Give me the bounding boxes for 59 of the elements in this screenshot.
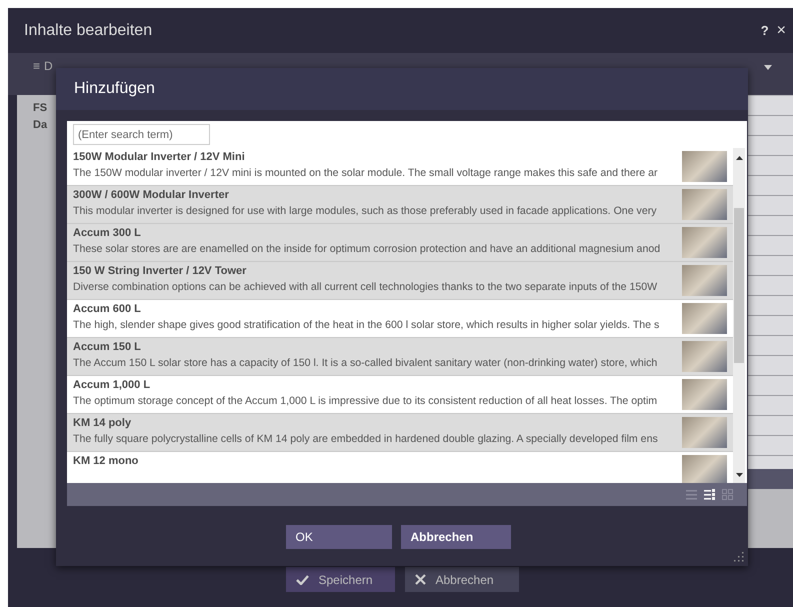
table-footer-bar bbox=[746, 469, 793, 489]
item-description: These solar stores are are enamelled on the inside for optimum corrosion protection and have an additional magnesium anod bbox=[73, 243, 662, 255]
tab-label[interactable]: D bbox=[44, 59, 53, 73]
item-title: Accum 300 L bbox=[73, 227, 142, 239]
item-description: Diverse combination options can be achieved with all current cell technologies thanks to the two separate inputs of the 150W bbox=[73, 281, 658, 293]
list-item[interactable]: 150W Modular Inverter / 12V Mini The 150W modular inverter / 12V mini is mounted on the solar module. The small voltage range makes this safe and there ar bbox=[67, 148, 733, 186]
photo-placeholder bbox=[682, 151, 727, 182]
help-button[interactable]: ? bbox=[756, 23, 773, 38]
caret-icon[interactable] bbox=[764, 65, 772, 70]
cancel-button[interactable]: Abbrechen bbox=[404, 567, 518, 592]
item-title: 300W / 600W Modular Inverter bbox=[73, 189, 230, 201]
field-label: Da bbox=[33, 119, 48, 131]
tab-icon[interactable]: ≡ bbox=[33, 59, 40, 73]
close-button[interactable]: × bbox=[772, 22, 790, 40]
item-description: The high, slender shape gives good stratification of the heat in the 600 l solar store, which results in higher solar yields. The s bbox=[73, 319, 660, 331]
scrollbar[interactable] bbox=[733, 148, 745, 483]
list-item[interactable]: 300W / 600W Modular Inverter This modular inverter is designed for use with large modules, such as those preferably used in facade applications. One very bbox=[67, 186, 733, 224]
item-title: Accum 1,000 L bbox=[73, 379, 152, 391]
scroll-up-icon bbox=[736, 156, 742, 160]
save-button[interactable]: Speichern bbox=[286, 567, 394, 592]
photo-placeholder bbox=[682, 303, 727, 334]
photo-placeholder bbox=[682, 189, 727, 220]
grid-view-icon[interactable] bbox=[722, 489, 733, 500]
dialog-title: Hinzufügen bbox=[74, 80, 155, 98]
item-title: Accum 600 L bbox=[73, 303, 142, 315]
list-item[interactable]: KM 14 poly The fully square polycrystalline cells of KM 14 poly are embedded in hardened double glazing. A specially developed film ens bbox=[67, 414, 733, 452]
check-icon bbox=[296, 574, 308, 584]
item-description: The fully square polycrystalline cells of KM 14 poly are embedded in hardened double glazing. A specially developed film ens bbox=[73, 433, 659, 445]
detail-view-icon[interactable] bbox=[704, 489, 715, 500]
photo-placeholder bbox=[682, 379, 727, 410]
resize-grip-icon[interactable] bbox=[733, 551, 744, 562]
scrollbar-thumb[interactable] bbox=[734, 208, 744, 363]
list-item[interactable]: Accum 600 L The high, slender shape gives good stratification of the heat in the 600 l solar store, which results in higher solar yields. The s bbox=[67, 300, 733, 338]
photo-placeholder bbox=[682, 417, 727, 448]
item-title: KM 14 poly bbox=[73, 417, 132, 429]
list-item[interactable]: Accum 1,000 L The optimum storage concept of the Accum 1,000 L is impressive due to its consistent reduction of all heat losses. The optim bbox=[67, 376, 733, 414]
item-description: The Accum 150 L solar store has a capacity of 150 l. It is a so-called bivalent sanitary water (non-drinking water) store, which bbox=[73, 357, 658, 369]
photo-placeholder bbox=[682, 265, 727, 296]
scroll-down-icon bbox=[736, 473, 742, 477]
item-title: 150 W String Inverter / 12V Tower bbox=[73, 265, 248, 277]
item-description: The optimum storage concept of the Accum 1,000 L is impressive due to its consistent reduction of all heat losses. The optim bbox=[73, 395, 658, 407]
list-item[interactable]: Accum 300 L These solar stores are are enamelled on the inside for optimum corrosion protection and have an additional magnesium anod bbox=[67, 224, 733, 262]
item-description: This modular inverter is designed for use with large modules, such as those preferably used in facade applications. One very bbox=[73, 205, 658, 217]
photo-placeholder bbox=[682, 455, 727, 483]
list-item[interactable]: 150 W String Inverter / 12V Tower Diverse combination options can be achieved with all current cell technologies thanks to the two separate inputs of the 150W bbox=[67, 262, 733, 300]
field-label: FS bbox=[33, 102, 48, 114]
cancel-button[interactable]: Abbrechen bbox=[400, 525, 510, 549]
list-item[interactable]: Accum 150 L The Accum 150 L solar store has a capacity of 150 l. It is a so-called bivalent sanitary water (non-drinking water) store, which bbox=[67, 338, 733, 376]
item-title: Accum 150 L bbox=[73, 341, 142, 353]
ok-button[interactable]: OK bbox=[286, 525, 392, 549]
item-title: 150W Modular Inverter / 12V Mini bbox=[73, 151, 246, 163]
photo-placeholder bbox=[682, 341, 727, 372]
photo-placeholder bbox=[682, 227, 727, 258]
search-field[interactable]: (Enter search term) bbox=[73, 124, 210, 145]
item-description: The 150W modular inverter / 12V mini is mounted on the solar module. The small voltage range makes this safe and there ar bbox=[73, 167, 659, 179]
list-view-icon[interactable] bbox=[686, 489, 697, 500]
close-icon bbox=[414, 574, 426, 585]
item-title: KM 12 mono bbox=[73, 455, 140, 467]
window-title: Inhalte bearbeiten bbox=[24, 22, 154, 40]
